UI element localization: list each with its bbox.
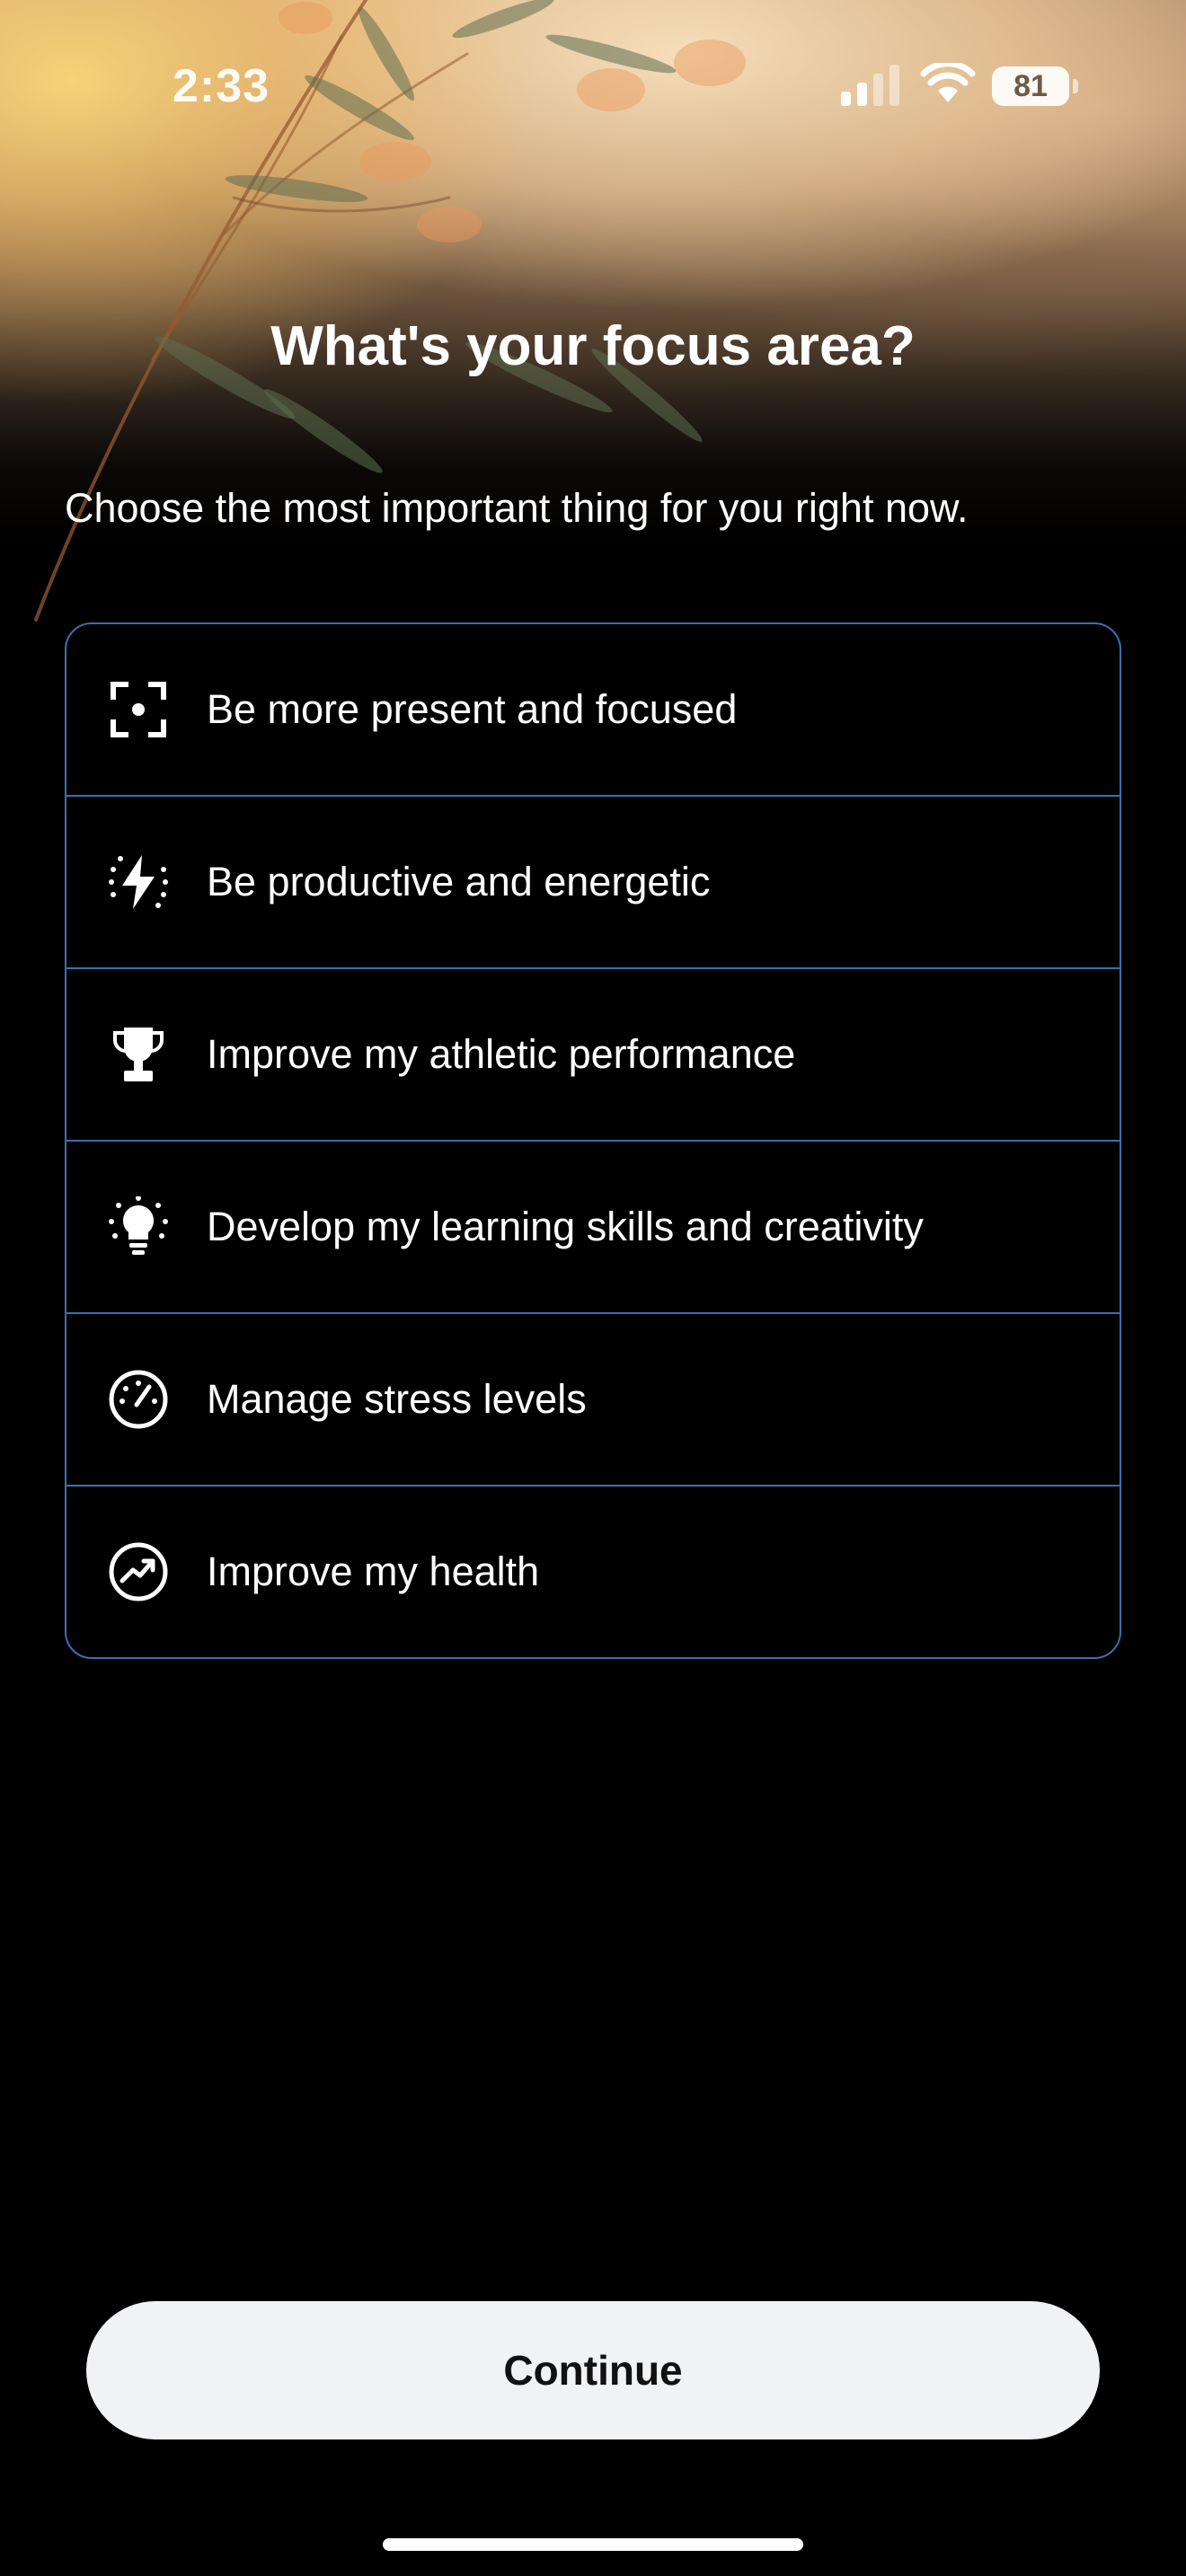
status-time: 2:33 <box>173 60 270 112</box>
option-label: Be more present and focused <box>207 686 738 732</box>
battery-tip <box>1073 79 1078 93</box>
battery-level: 81 <box>1013 69 1048 103</box>
page-subtitle: Choose the most important thing for you … <box>65 485 969 531</box>
option-present-focused[interactable]: Be more present and focused <box>66 624 1120 797</box>
option-athletic-performance[interactable]: Improve my athletic performance <box>66 969 1120 1142</box>
page-title: What's your focus area? <box>270 315 916 377</box>
option-learning-creativity[interactable]: Develop my learning skills and creativit… <box>66 1142 1120 1314</box>
option-productive-energetic[interactable]: Be productive and energetic <box>66 797 1120 969</box>
focus-area-options: Be more present and focused Be productiv… <box>65 622 1121 1659</box>
continue-button[interactable]: Continue <box>86 2301 1100 2439</box>
option-label: Be productive and energetic <box>207 859 711 904</box>
home-indicator <box>383 2538 803 2551</box>
option-label: Manage stress levels <box>207 1376 587 1422</box>
option-improve-health[interactable]: Improve my health <box>66 1486 1120 1657</box>
battery-indicator: 81 <box>992 66 1078 106</box>
lightning-bolt-icon <box>109 855 168 909</box>
option-manage-stress[interactable]: Manage stress levels <box>66 1314 1120 1486</box>
option-label: Develop my learning skills and creativit… <box>207 1204 924 1249</box>
cellular-signal-icon <box>841 65 900 106</box>
focus-target-icon <box>111 682 166 737</box>
wifi-icon <box>920 63 976 102</box>
gauge-icon <box>109 1370 168 1429</box>
lightbulb-icon <box>109 1196 168 1255</box>
trophy-icon <box>113 1028 164 1081</box>
option-label: Improve my athletic performance <box>207 1031 796 1077</box>
trending-up-icon <box>109 1542 168 1601</box>
option-label: Improve my health <box>207 1548 540 1594</box>
